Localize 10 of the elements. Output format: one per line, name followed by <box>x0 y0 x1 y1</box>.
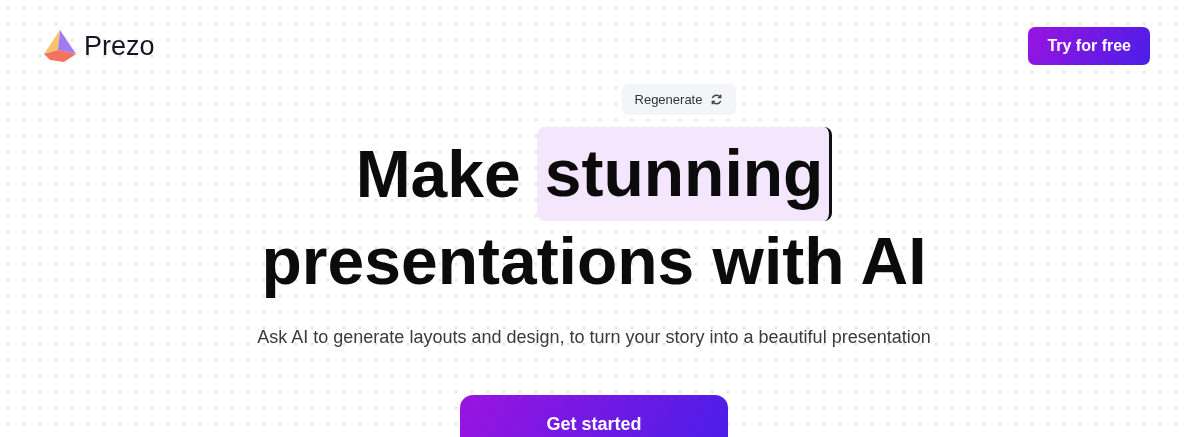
brand-name: Prezo <box>84 30 155 62</box>
headline-text: presentations with AI <box>261 223 927 300</box>
get-started-button[interactable]: Get started <box>460 395 728 437</box>
headline-text: Make <box>355 136 521 213</box>
refresh-icon <box>710 93 724 106</box>
subtitle: Ask AI to generate layouts and design, to turn your story into a beautiful presentation <box>256 327 932 348</box>
try-for-free-button[interactable]: Try for free <box>1028 27 1150 65</box>
highlighted-word: stunning <box>536 127 833 221</box>
pyramid-logo-icon <box>42 28 78 64</box>
regenerate-button[interactable]: Regenerate <box>621 84 737 115</box>
